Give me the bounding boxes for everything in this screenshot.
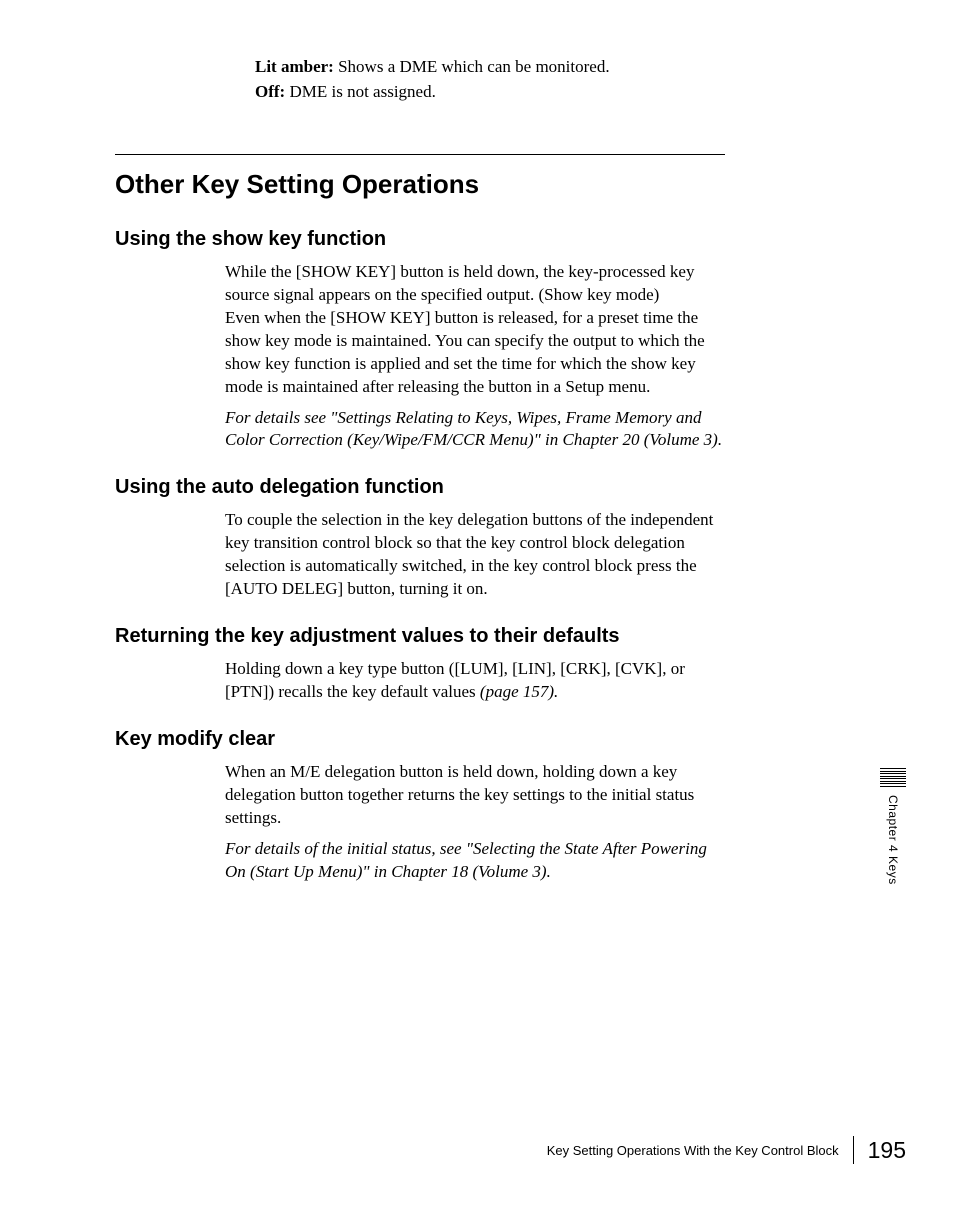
cross-reference: For details see "Settings Relating to Ke…	[225, 407, 725, 453]
subsection-title: Using the show key function	[115, 228, 725, 251]
cross-reference: For details of the initial status, see "…	[225, 838, 725, 884]
page-number: 195	[868, 1137, 906, 1164]
definition-text: DME is not assigned.	[285, 82, 436, 101]
section-title: Other Key Setting Operations	[115, 169, 725, 200]
body-paragraph: To couple the selection in the key deleg…	[225, 509, 725, 601]
section-divider	[115, 154, 725, 155]
section: Other Key Setting Operations Using the s…	[115, 154, 725, 884]
subsection-show-key: Using the show key function While the [S…	[115, 228, 725, 453]
page-reference-link[interactable]: (page 157).	[480, 682, 558, 701]
body-paragraph: When an M/E delegation button is held do…	[225, 761, 725, 830]
definition-label: Lit amber:	[255, 57, 334, 76]
paragraph-prefix: Holding down a key type button ([LUM], […	[225, 659, 685, 701]
subsection-returning-defaults: Returning the key adjustment values to t…	[115, 625, 725, 704]
thumb-index-icon	[880, 768, 906, 787]
subsection-title: Using the auto delegation function	[115, 476, 725, 499]
definition-label: Off:	[255, 82, 285, 101]
subsection-auto-delegation: Using the auto delegation function To co…	[115, 476, 725, 601]
page-content: Lit amber: Shows a DME which can be moni…	[0, 0, 840, 884]
footer-divider	[853, 1136, 854, 1164]
definition-text: Shows a DME which can be monitored.	[334, 57, 610, 76]
definition-item: Off: DME is not assigned.	[255, 81, 725, 104]
footer-section-name: Key Setting Operations With the Key Cont…	[547, 1143, 839, 1158]
subsection-key-modify-clear: Key modify clear When an M/E delegation …	[115, 728, 725, 884]
body-paragraph: While the [SHOW KEY] button is held down…	[225, 261, 725, 399]
side-tab-label: Chapter 4 Keys	[886, 795, 900, 885]
page-footer: Key Setting Operations With the Key Cont…	[0, 1136, 954, 1164]
subsection-title: Returning the key adjustment values to t…	[115, 625, 725, 648]
definition-item: Lit amber: Shows a DME which can be moni…	[255, 56, 725, 79]
intro-definition-list: Lit amber: Shows a DME which can be moni…	[255, 56, 725, 104]
subsection-title: Key modify clear	[115, 728, 725, 751]
body-paragraph: Holding down a key type button ([LUM], […	[225, 658, 725, 704]
side-tab: Chapter 4 Keys	[880, 768, 906, 884]
